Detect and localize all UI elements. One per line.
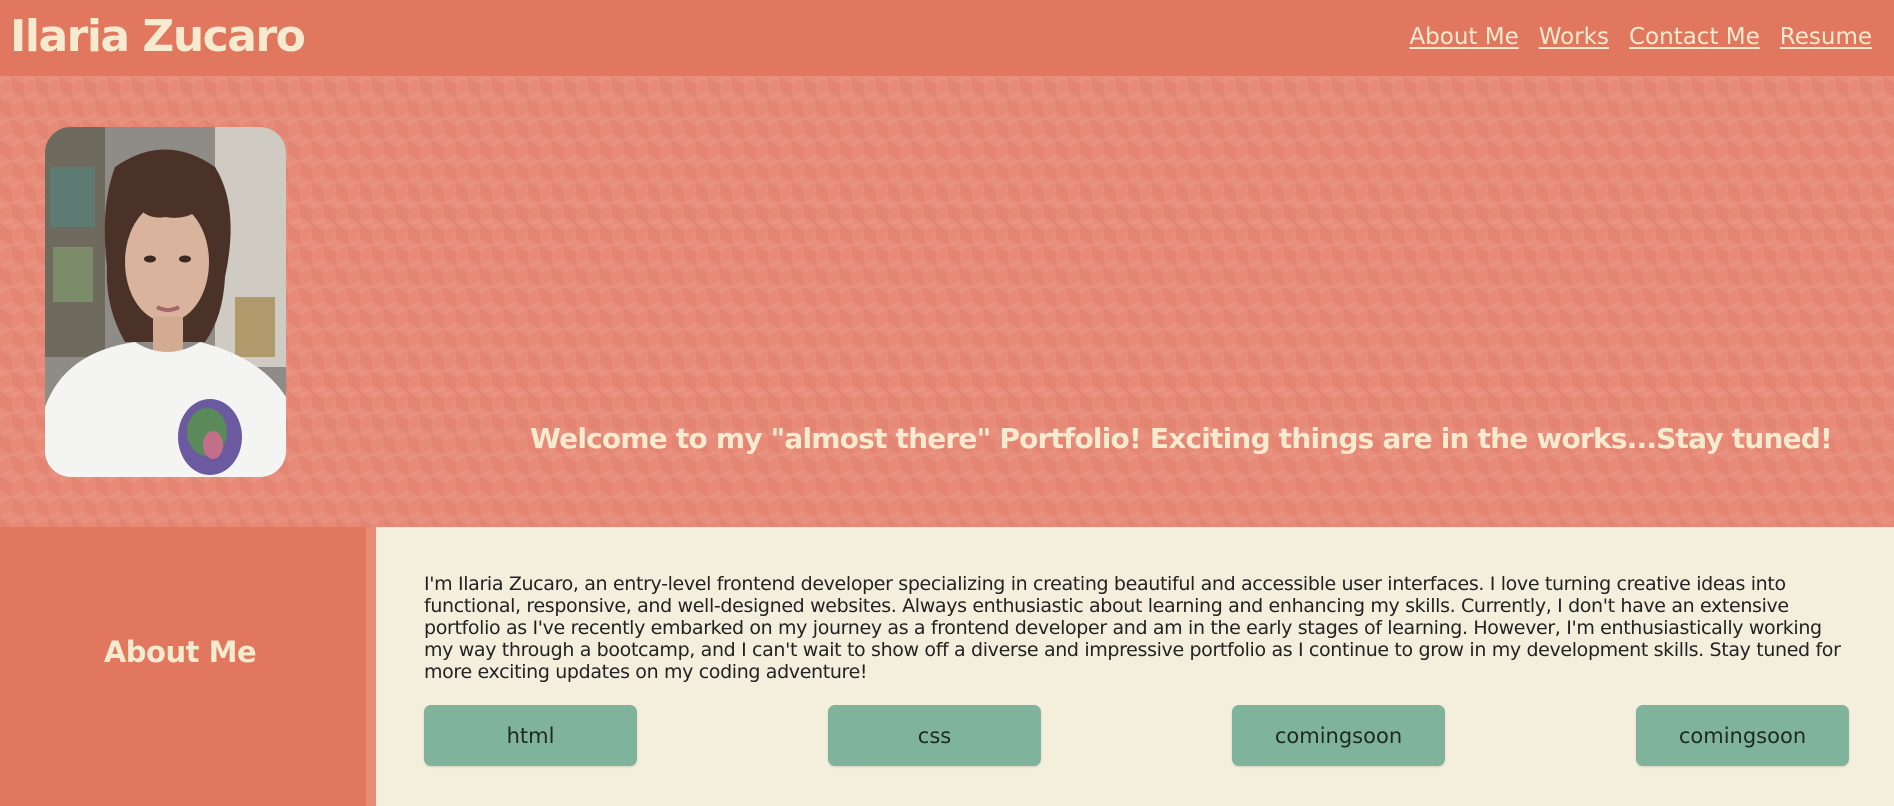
page: Ilaria Zucaro About Me Works Contact Me … <box>0 0 1894 806</box>
welcome-message: Welcome to my "almost there" Portfolio! … <box>530 422 1833 455</box>
about-sidebar: About Me <box>0 527 366 806</box>
nav-link-about-me[interactable]: About Me <box>1409 20 1518 54</box>
skill-badge-html: html <box>424 705 637 766</box>
nav-link-works[interactable]: Works <box>1539 20 1609 54</box>
nav-link-contact-me[interactable]: Contact Me <box>1629 20 1760 54</box>
about-content: I'm Ilaria Zucaro, an entry-level fronte… <box>376 527 1894 806</box>
main-nav: About Me Works Contact Me Resume <box>1409 20 1872 54</box>
skill-badge-comingsoon: comingsoon <box>1636 705 1849 766</box>
hero-section: Welcome to my "almost there" Portfolio! … <box>0 77 1894 527</box>
site-header: Ilaria Zucaro About Me Works Contact Me … <box>0 0 1894 77</box>
profile-photo <box>45 127 286 477</box>
section-divider <box>366 527 376 806</box>
nav-link-resume[interactable]: Resume <box>1780 20 1872 54</box>
skill-badge-css: css <box>828 705 1041 766</box>
site-title: Ilaria Zucaro <box>10 11 306 62</box>
about-heading: About Me <box>103 635 257 669</box>
skill-badge-comingsoon: comingsoon <box>1232 705 1445 766</box>
bio-text: I'm Ilaria Zucaro, an entry-level fronte… <box>424 573 1841 683</box>
